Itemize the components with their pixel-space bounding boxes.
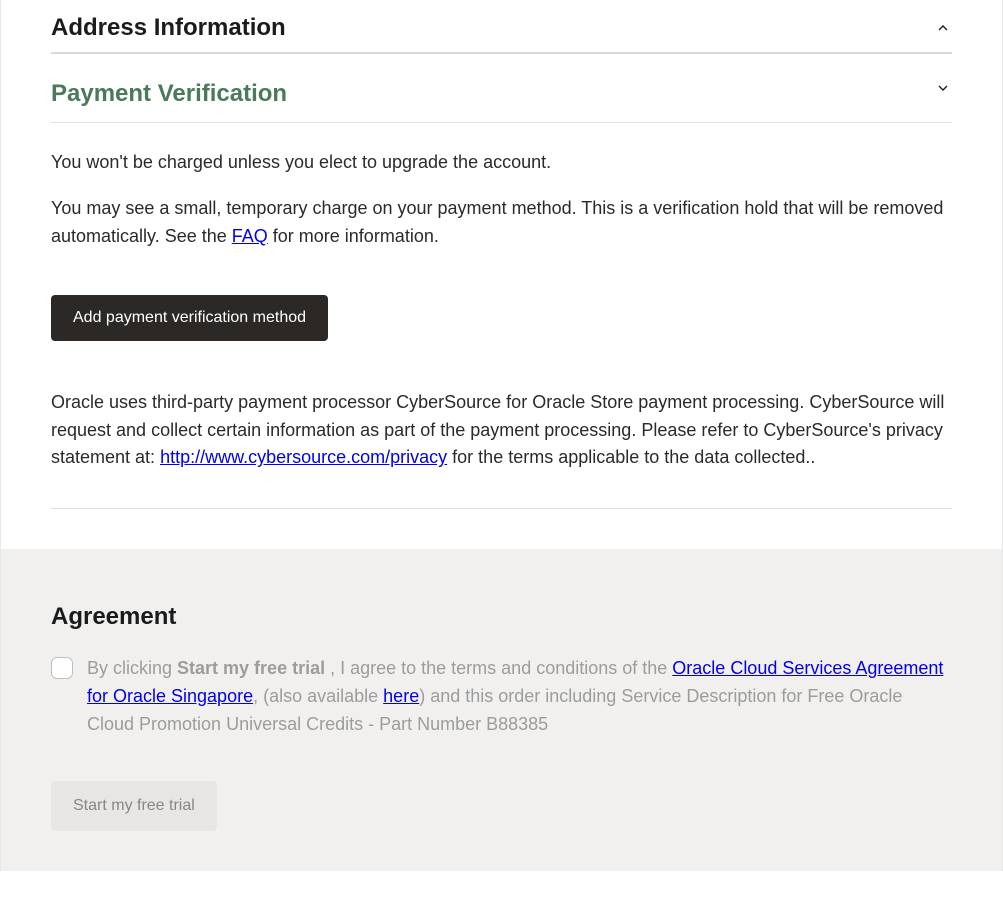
address-information-title: Address Information bbox=[51, 14, 286, 42]
agreement-section: Agreement By clicking Start my free tria… bbox=[0, 549, 1003, 871]
agreement-text: By clicking Start my free trial , I agre… bbox=[87, 655, 952, 739]
chevron-up-icon bbox=[934, 19, 952, 37]
payment-info-text-1: You won't be charged unless you elect to… bbox=[51, 149, 952, 177]
agreement-title: Agreement bbox=[51, 603, 952, 631]
payment-verification-title: Payment Verification bbox=[51, 68, 287, 108]
cybersource-disclosure: Oracle uses third-party payment processo… bbox=[51, 389, 952, 510]
agreement-checkbox[interactable] bbox=[51, 657, 73, 679]
chevron-down-icon bbox=[934, 79, 952, 97]
add-payment-verification-button[interactable]: Add payment verification method bbox=[51, 295, 328, 341]
start-trial-button[interactable]: Start my free trial bbox=[51, 781, 217, 831]
faq-link[interactable]: FAQ bbox=[232, 226, 268, 246]
payment-info-text-2: You may see a small, temporary charge on… bbox=[51, 195, 952, 251]
address-information-header[interactable]: Address Information bbox=[51, 0, 952, 54]
payment-verification-body: You won't be charged unless you elect to… bbox=[51, 123, 952, 549]
agreement-here-link[interactable]: here bbox=[383, 686, 419, 706]
cybersource-privacy-link[interactable]: http://www.cybersource.com/privacy bbox=[160, 447, 447, 467]
payment-verification-header[interactable]: Payment Verification bbox=[51, 54, 952, 123]
